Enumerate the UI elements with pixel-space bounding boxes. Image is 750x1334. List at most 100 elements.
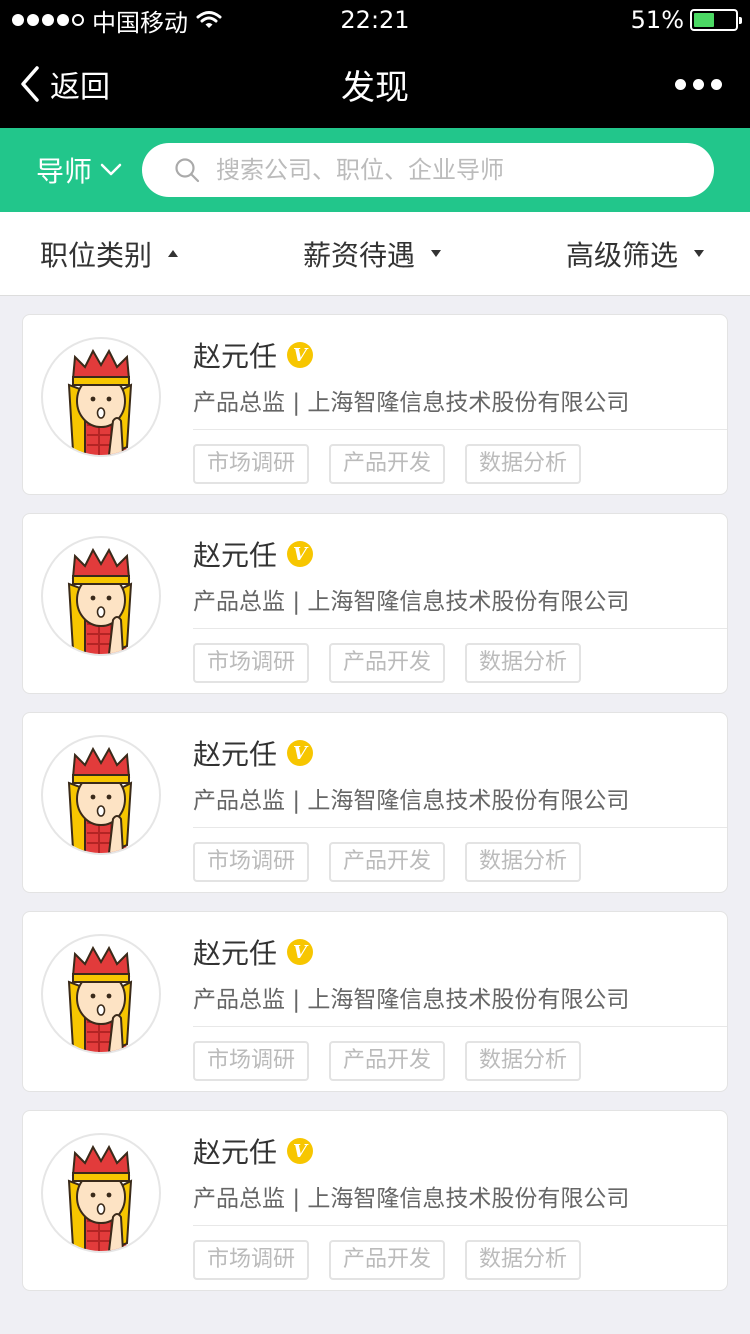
mentor-name: 赵元任 [193,937,278,970]
category-label: 导师 [36,155,93,188]
battery-fill [694,13,715,27]
filter-job-category[interactable]: 职位类别 [40,234,179,274]
mentor-position: 产品总监 | 上海智隆信息技术股份有限公司 [193,582,727,629]
skill-tag[interactable]: 数据分析 [465,1041,582,1081]
filter-advanced[interactable]: 高级筛选 [566,234,704,274]
verified-badge-icon: V [287,342,314,368]
signal-dot-empty [72,14,84,26]
more-dots-icon [693,78,704,90]
tag-list: 市场调研 产品开发 数据分析 [193,643,727,683]
tag-list: 市场调研 产品开发 数据分析 [193,444,727,484]
triangle-down-icon [693,250,704,257]
mentor-card[interactable]: 赵元任 V 产品总监 | 上海智隆信息技术股份有限公司 市场调研 产品开发 数据… [22,314,728,495]
name-row: 赵元任 V [193,934,727,970]
triangle-down-icon [431,250,441,257]
company-name: 上海智隆信息技术股份有限公司 [307,1186,630,1212]
skill-tag[interactable]: 市场调研 [193,444,310,484]
chevron-left-icon [21,66,39,102]
status-left: 中国移动 [12,3,222,38]
mentor-list: 赵元任 V 产品总监 | 上海智隆信息技术股份有限公司 市场调研 产品开发 数据… [0,296,750,1291]
mentor-card[interactable]: 赵元任 V 产品总监 | 上海智隆信息技术股份有限公司 市场调研 产品开发 数据… [22,513,728,694]
monk-avatar-icon [67,547,133,654]
avatar [41,1133,161,1253]
page-title: 发现 [341,67,409,108]
name-row: 赵元任 V [193,536,727,572]
card-body: 赵元任 V 产品总监 | 上海智隆信息技术股份有限公司 市场调研 产品开发 数据… [193,1133,727,1290]
back-label: 返回 [50,70,110,105]
card-body: 赵元任 V 产品总监 | 上海智隆信息技术股份有限公司 市场调研 产品开发 数据… [193,735,727,892]
skill-tag[interactable]: 数据分析 [465,643,582,683]
name-row: 赵元任 V [193,1133,727,1169]
name-row: 赵元任 V [193,735,727,771]
skill-tag[interactable]: 市场调研 [193,842,310,882]
filter-label: 薪资待遇 [302,238,415,272]
mentor-name: 赵元任 [193,539,278,572]
position-separator: | [292,390,308,416]
position-title: 产品总监 [193,1186,285,1212]
mentor-name: 赵元任 [193,340,278,373]
status-right: 51% [630,6,742,34]
position-separator: | [292,788,308,814]
verified-badge-icon: V [287,1138,314,1164]
skill-tag[interactable]: 产品开发 [329,444,446,484]
avatar [41,337,161,457]
search-icon [175,158,200,183]
triangle-up-icon [168,250,179,257]
mentor-card[interactable]: 赵元任 V 产品总监 | 上海智隆信息技术股份有限公司 市场调研 产品开发 数据… [22,1110,728,1291]
skill-tag[interactable]: 数据分析 [465,1240,582,1280]
skill-tag[interactable]: 产品开发 [329,842,446,882]
mentor-card[interactable]: 赵元任 V 产品总监 | 上海智隆信息技术股份有限公司 市场调研 产品开发 数据… [22,712,728,893]
category-dropdown[interactable]: 导师 [36,150,122,190]
position-title: 产品总监 [193,987,285,1013]
skill-tag[interactable]: 市场调研 [193,1240,310,1280]
monk-avatar-icon [67,746,133,853]
position-title: 产品总监 [193,390,285,416]
skill-tag[interactable]: 产品开发 [329,1240,446,1280]
tag-list: 市场调研 产品开发 数据分析 [193,842,727,882]
tag-list: 市场调研 产品开发 数据分析 [193,1041,727,1081]
signal-dot [42,14,54,26]
avatar [41,934,161,1054]
chevron-down-icon [100,163,122,176]
mentor-name: 赵元任 [193,1136,278,1169]
search-box[interactable] [142,143,714,197]
skill-tag[interactable]: 产品开发 [329,643,446,683]
skill-tag[interactable]: 产品开发 [329,1041,446,1081]
verified-badge-icon: V [287,740,314,766]
battery-percent: 51% [630,6,684,34]
skill-tag[interactable]: 市场调研 [193,643,310,683]
position-separator: | [292,1186,308,1212]
signal-dot [27,14,39,26]
search-input[interactable] [216,156,682,184]
mentor-position: 产品总监 | 上海智隆信息技术股份有限公司 [193,980,727,1027]
position-separator: | [292,589,308,615]
company-name: 上海智隆信息技术股份有限公司 [307,589,630,615]
company-name: 上海智隆信息技术股份有限公司 [307,390,630,416]
filter-salary[interactable]: 薪资待遇 [303,234,441,274]
more-dots-icon [675,78,686,90]
filter-label: 高级筛选 [565,238,678,272]
skill-tag[interactable]: 市场调研 [193,1041,310,1081]
company-name: 上海智隆信息技术股份有限公司 [307,987,630,1013]
skill-tag[interactable]: 数据分析 [465,444,582,484]
more-button[interactable] [667,69,730,100]
back-button[interactable]: 返回 [20,62,110,106]
more-dots-icon [711,78,722,90]
carrier-name: 中国移动 [92,8,188,37]
filter-bar: 职位类别 薪资待遇 高级筛选 [0,212,750,296]
monk-avatar-icon [67,1144,133,1251]
search-bar: 导师 [0,128,750,212]
signal-dot [57,14,69,26]
mentor-position: 产品总监 | 上海智隆信息技术股份有限公司 [193,781,727,828]
position-separator: | [292,987,308,1013]
filter-label: 职位类别 [40,238,153,272]
card-body: 赵元任 V 产品总监 | 上海智隆信息技术股份有限公司 市场调研 产品开发 数据… [193,337,727,494]
mentor-card[interactable]: 赵元任 V 产品总监 | 上海智隆信息技术股份有限公司 市场调研 产品开发 数据… [22,911,728,1092]
wifi-icon [196,11,222,28]
skill-tag[interactable]: 数据分析 [465,842,582,882]
avatar [41,536,161,656]
mentor-position: 产品总监 | 上海智隆信息技术股份有限公司 [193,1179,727,1226]
status-bar: 中国移动 22:21 51% [0,0,750,40]
avatar [41,735,161,855]
mentor-name: 赵元任 [193,738,278,771]
